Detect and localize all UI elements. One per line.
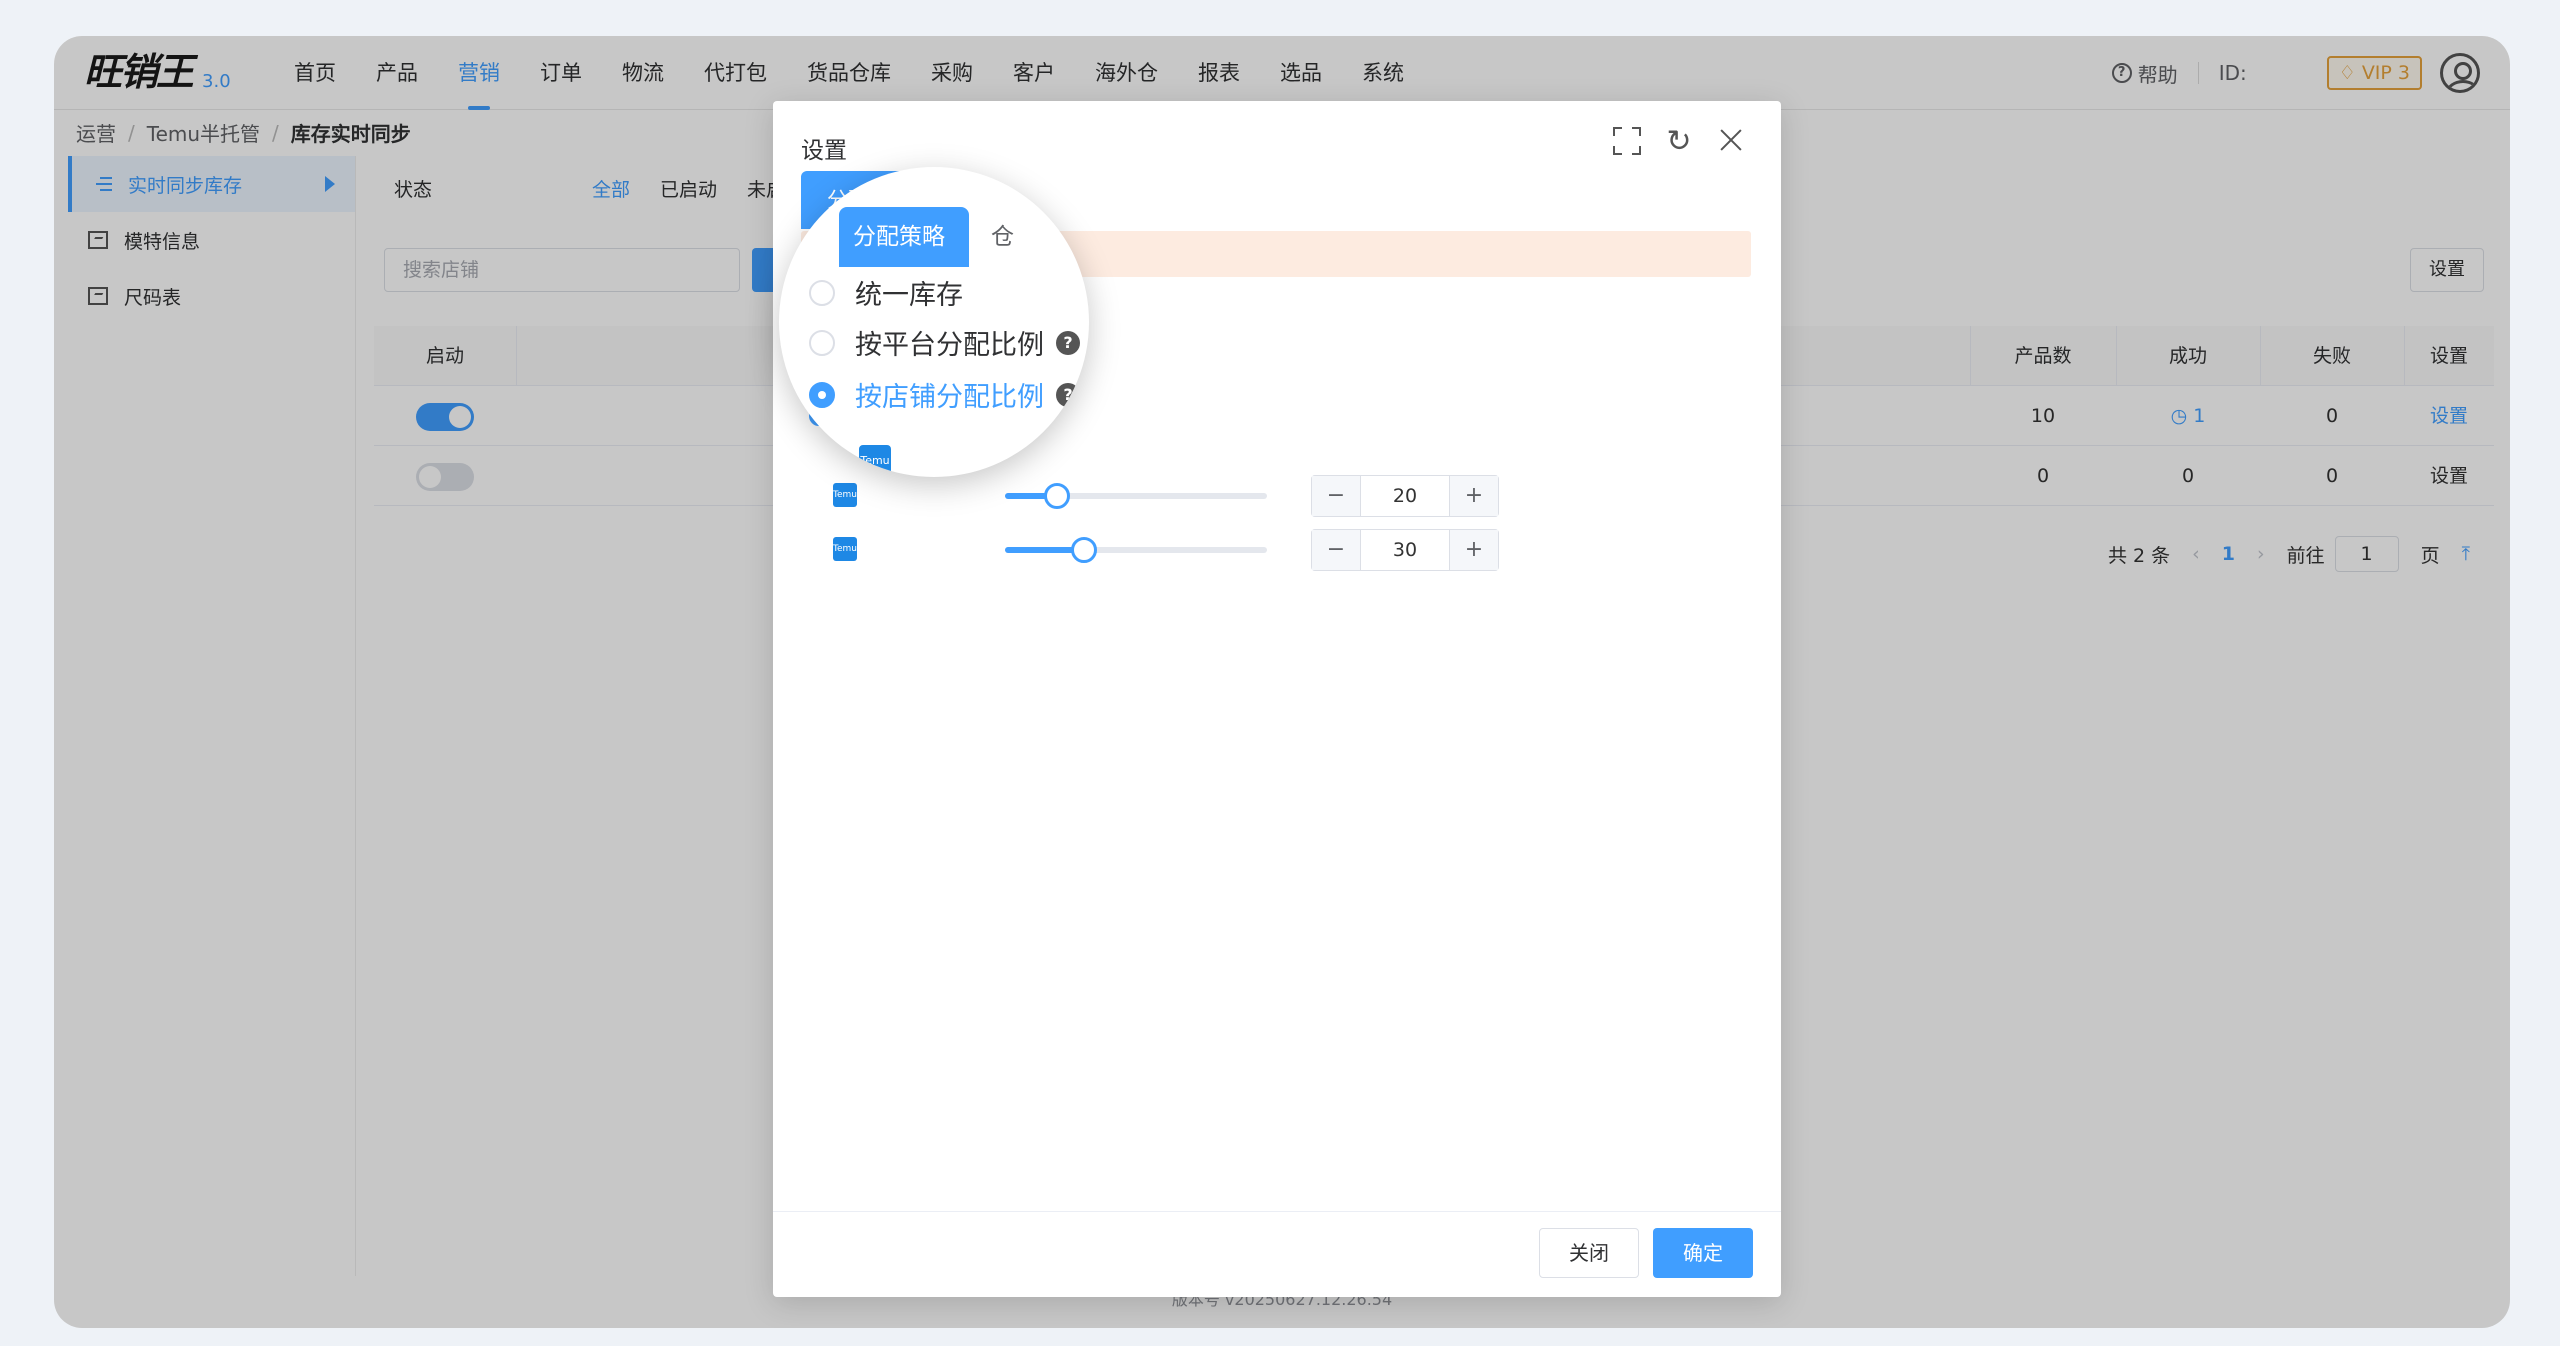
ratio-stepper: − 20 + [1311, 475, 1499, 517]
help-question-icon[interactable]: ? [1056, 382, 1080, 407]
close-icon[interactable] [1711, 121, 1751, 161]
tab-warehouse[interactable]: 仓 [991, 207, 1014, 267]
radio-button[interactable] [809, 381, 835, 408]
slider-handle[interactable] [1044, 483, 1070, 509]
ratio-slider[interactable] [1005, 537, 1267, 563]
zoom-magnifier: 分配策略 仓 统一库存 按平台分配比例 ? 按店铺分配比例 ? Temu [779, 167, 1089, 477]
ratio-input[interactable]: 30 [1360, 530, 1450, 570]
temu-shop-icon: Temu [833, 483, 857, 507]
confirm-button[interactable]: 确定 [1653, 1228, 1753, 1278]
option-platform-ratio[interactable]: 按平台分配比例 ? [809, 323, 1080, 362]
app-window: 旺销王 3.0 首页 产品 营销 订单 物流 代打包 货品仓库 采购 客户 海外… [54, 36, 2510, 1328]
temu-shop-icon: Temu [833, 537, 857, 561]
decrement-button[interactable]: − [1312, 530, 1360, 570]
tab-allocation-strategy[interactable]: 分配策略 [839, 207, 969, 267]
slider-handle[interactable] [1071, 537, 1097, 563]
dialog-toolbar: ↻ [1595, 121, 1751, 161]
refresh-icon[interactable]: ↻ [1659, 121, 1699, 161]
ratio-input[interactable]: 20 [1360, 476, 1450, 516]
option-shop-ratio[interactable]: 按店铺分配比例 ? [809, 375, 1080, 414]
increment-button[interactable]: + [1450, 476, 1498, 516]
increment-button[interactable]: + [1450, 530, 1498, 570]
fullscreen-icon[interactable] [1607, 121, 1647, 161]
close-button[interactable]: 关闭 [1539, 1228, 1639, 1278]
temu-shop-icon: Temu [859, 445, 891, 477]
radio-button[interactable] [809, 279, 835, 306]
shop-ratio-row: Temu − 30 + [833, 529, 1499, 571]
ratio-stepper: − 30 + [1311, 529, 1499, 571]
help-question-icon[interactable]: ? [1056, 330, 1080, 355]
shop-ratio-row: Temu − 20 + [833, 475, 1499, 517]
radio-button[interactable] [809, 329, 835, 356]
dialog-title: 设置 [801, 138, 847, 164]
option-label: 统一库存 [855, 280, 963, 311]
decrement-button[interactable]: − [1312, 476, 1360, 516]
dialog-footer: 关闭 确定 [773, 1211, 1781, 1297]
ratio-slider[interactable] [1005, 483, 1267, 509]
option-label: 按平台分配比例 [855, 330, 1044, 361]
option-unified-stock[interactable]: 统一库存 [809, 273, 963, 312]
option-label: 按店铺分配比例 [855, 382, 1044, 413]
